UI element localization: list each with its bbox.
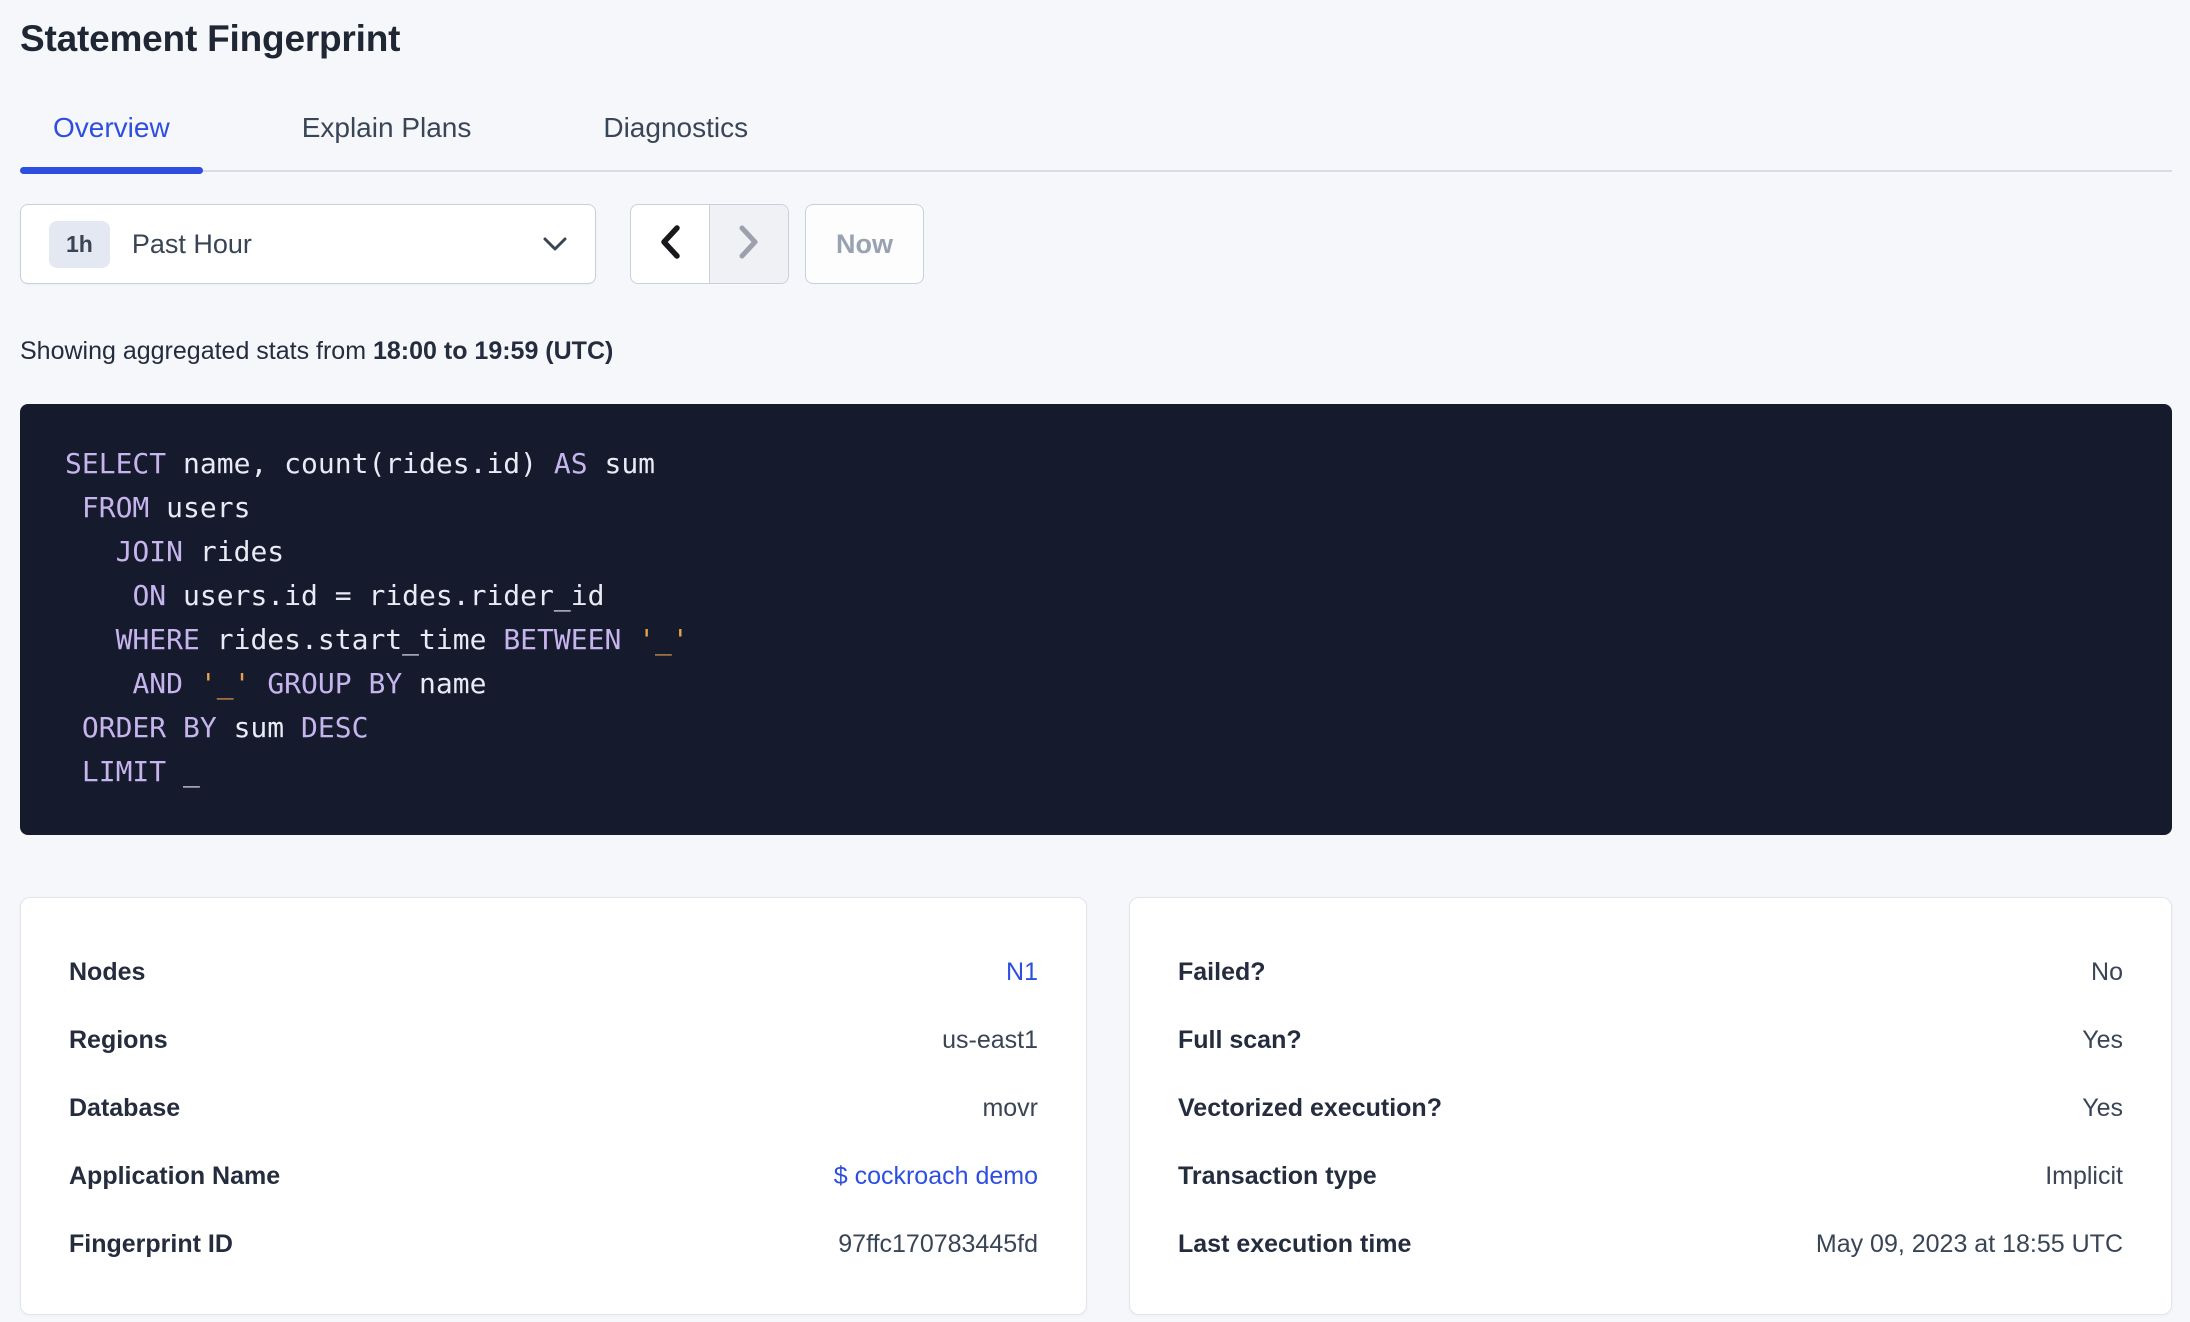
detail-row: Database movr xyxy=(69,1091,1038,1125)
sql-token-plain xyxy=(65,535,116,568)
sql-token-plain xyxy=(183,667,200,700)
tab-diagnostics[interactable]: Diagnostics xyxy=(570,110,781,170)
stats-caption-prefix: Showing aggregated stats from xyxy=(20,337,373,365)
sql-line: FROM users xyxy=(65,486,2127,530)
detail-label: Regions xyxy=(69,1026,168,1054)
detail-label: Transaction type xyxy=(1178,1162,1377,1190)
detail-value: Yes xyxy=(2082,1094,2123,1122)
detail-row: Last execution time May 09, 2023 at 18:55… xyxy=(1178,1227,2123,1261)
sql-token-plain: users.id = rides.rider_id xyxy=(166,579,605,612)
sql-token-plain: name, count(rides.id) xyxy=(166,447,554,480)
chevron-right-icon xyxy=(738,225,760,264)
sql-token-plain: sum xyxy=(216,711,302,744)
detail-row: Application Name $ cockroach demo xyxy=(69,1159,1038,1193)
sql-token-keyword: SELECT xyxy=(65,447,167,480)
sql-token-keyword: GROUP BY xyxy=(267,667,403,700)
detail-row: Regions us-east1 xyxy=(69,1023,1038,1057)
time-range-dropdown[interactable]: 1h Past Hour xyxy=(20,204,596,284)
detail-value-link[interactable]: N1 xyxy=(1006,955,1038,989)
sql-token-keyword: JOIN xyxy=(115,535,184,568)
tab-overview[interactable]: Overview xyxy=(20,110,203,174)
detail-label: Vectorized execution? xyxy=(1178,1094,1442,1122)
sql-token-plain xyxy=(65,711,82,744)
detail-label: Application Name xyxy=(69,1162,281,1190)
sql-token-plain: rides.start_time xyxy=(199,623,504,656)
detail-row: Transaction type Implicit xyxy=(1178,1159,2123,1193)
sql-token-plain: users xyxy=(149,491,251,524)
statement-fingerprint-page: Statement Fingerprint Overview Explain Pl… xyxy=(0,0,2190,1315)
sql-token-plain: name xyxy=(402,667,487,700)
page-title: Statement Fingerprint xyxy=(20,18,401,59)
detail-value: Yes xyxy=(2082,1026,2123,1054)
now-button[interactable]: Now xyxy=(805,204,924,284)
sql-token-string: '_' xyxy=(199,667,251,700)
detail-cards: Nodes N1 Regions us-east1 Database movr Applic… xyxy=(20,897,2172,1315)
detail-row: Full scan? Yes xyxy=(1178,1023,2123,1057)
sql-line: LIMIT _ xyxy=(65,750,2127,794)
sql-line: ON users.id = rides.rider_id xyxy=(65,574,2127,618)
sql-token-keyword: AS xyxy=(553,447,588,480)
sql-token-keyword: DESC xyxy=(301,711,369,744)
sql-token-plain xyxy=(65,667,132,700)
detail-value: May 09, 2023 at 18:55 UTC xyxy=(1815,1230,2123,1258)
chevron-down-icon xyxy=(543,237,567,252)
sql-line: AND '_' GROUP BY name xyxy=(65,662,2127,706)
sql-token-plain xyxy=(250,667,267,700)
sql-token-string: '_' xyxy=(638,623,689,656)
detail-row: Fingerprint ID 97ffc170783445fd xyxy=(69,1227,1038,1261)
sql-token-keyword: ON xyxy=(132,579,167,612)
detail-value: us-east1 xyxy=(942,1026,1038,1054)
tab-bar: Overview Explain Plans Diagnostics xyxy=(20,110,2172,174)
detail-label: Database xyxy=(69,1094,181,1122)
detail-label: Nodes xyxy=(69,958,146,986)
sql-token-keyword: FROM xyxy=(81,491,150,524)
sql-token-plain xyxy=(65,755,82,788)
sql-token-plain xyxy=(65,579,132,612)
sql-token-keyword: WHERE xyxy=(115,623,200,656)
sql-line: JOIN rides xyxy=(65,530,2127,574)
time-nav-button-group xyxy=(630,204,789,284)
sql-token-plain xyxy=(621,623,638,656)
detail-row: Vectorized execution? Yes xyxy=(1178,1091,2123,1125)
tab-explain-plans[interactable]: Explain Plans xyxy=(269,110,505,170)
sql-token-keyword: ORDER BY xyxy=(81,711,217,744)
sql-token-keyword: BETWEEN xyxy=(503,623,622,656)
chevron-left-icon xyxy=(659,224,681,264)
detail-value-link[interactable]: $ cockroach demo xyxy=(834,1159,1038,1193)
sql-token-plain: sum xyxy=(587,447,656,480)
detail-label: Last execution time xyxy=(1178,1230,1412,1258)
sql-line: ORDER BY sum DESC xyxy=(65,706,2127,750)
detail-value: No xyxy=(2091,958,2123,986)
next-time-button[interactable] xyxy=(710,205,788,283)
sql-token-keyword: AND xyxy=(132,667,184,700)
details-card-left: Nodes N1 Regions us-east1 Database movr Applic… xyxy=(20,897,1087,1315)
sql-token-plain xyxy=(65,623,116,656)
details-card-right: Failed? No Full scan? Yes Vectorized executi… xyxy=(1129,897,2172,1315)
stats-caption-range: 18:00 to 19:59 (UTC) xyxy=(372,337,614,365)
time-controls: 1h Past Hour Now xyxy=(20,204,2172,284)
sql-statement-box: SELECT name, count(rides.id) AS sum FROM… xyxy=(20,404,2172,835)
detail-value: movr xyxy=(982,1094,1038,1122)
detail-label: Full scan? xyxy=(1178,1026,1302,1054)
sql-token-plain: rides xyxy=(183,535,285,568)
detail-row: Failed? No xyxy=(1178,955,2123,989)
sql-token-plain: _ xyxy=(166,755,200,788)
sql-line: SELECT name, count(rides.id) AS sum xyxy=(65,442,2127,486)
time-range-label: Past Hour xyxy=(131,228,252,259)
sql-token-plain xyxy=(65,491,82,524)
detail-value: Implicit xyxy=(2045,1162,2123,1190)
detail-row: Nodes N1 xyxy=(69,955,1038,989)
detail-label: Fingerprint ID xyxy=(69,1230,233,1258)
prev-time-button[interactable] xyxy=(631,205,710,283)
detail-label: Failed? xyxy=(1178,958,1266,986)
stats-caption: Showing aggregated stats from 18:00 to 1… xyxy=(20,334,2172,368)
time-range-badge: 1h xyxy=(49,220,110,268)
sql-token-keyword: LIMIT xyxy=(81,755,167,788)
sql-line: WHERE rides.start_time BETWEEN '_' xyxy=(65,618,2127,662)
detail-value: 97ffc170783445fd xyxy=(838,1230,1038,1258)
